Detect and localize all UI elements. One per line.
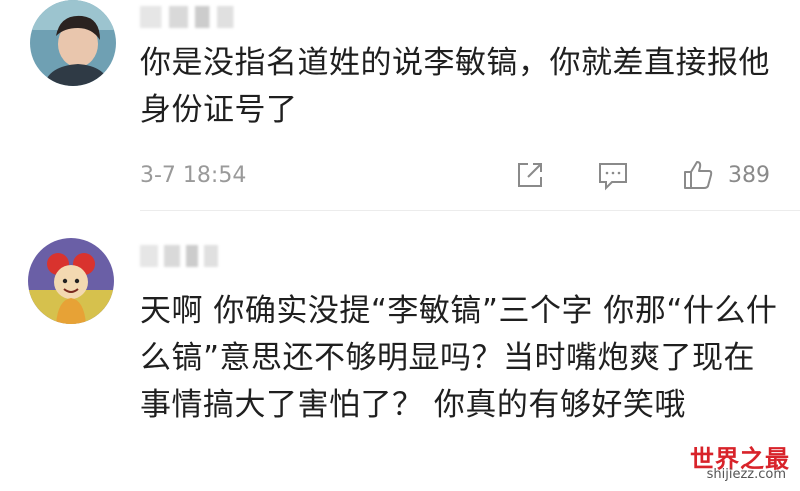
avatar[interactable] <box>30 0 116 86</box>
comment-icon[interactable] <box>595 157 631 193</box>
watermark-url: shijiezz.com <box>706 467 786 482</box>
like-count: 389 <box>728 163 770 188</box>
share-icon[interactable] <box>512 157 548 193</box>
username-blurred <box>140 245 240 267</box>
avatar[interactable] <box>28 238 114 324</box>
username-blurred <box>140 6 260 28</box>
timestamp: 3-7 18:54 <box>140 163 247 188</box>
thumbs-up-icon[interactable] <box>680 157 716 193</box>
comment-text: 你是没指名道姓的说李敏镐，你就差直接报他身份证号了 <box>140 45 770 128</box>
site-watermark: 世界之最 shijiezz.com <box>684 439 794 485</box>
comment-meta: 3-7 18:54 389 <box>140 157 780 197</box>
comment-divider <box>140 210 800 211</box>
comment-text: 天啊 你确实没提“李敏镐”三个字 你那“什么什么镐”意思还不够明显吗？当时嘴炮爽… <box>140 293 778 423</box>
